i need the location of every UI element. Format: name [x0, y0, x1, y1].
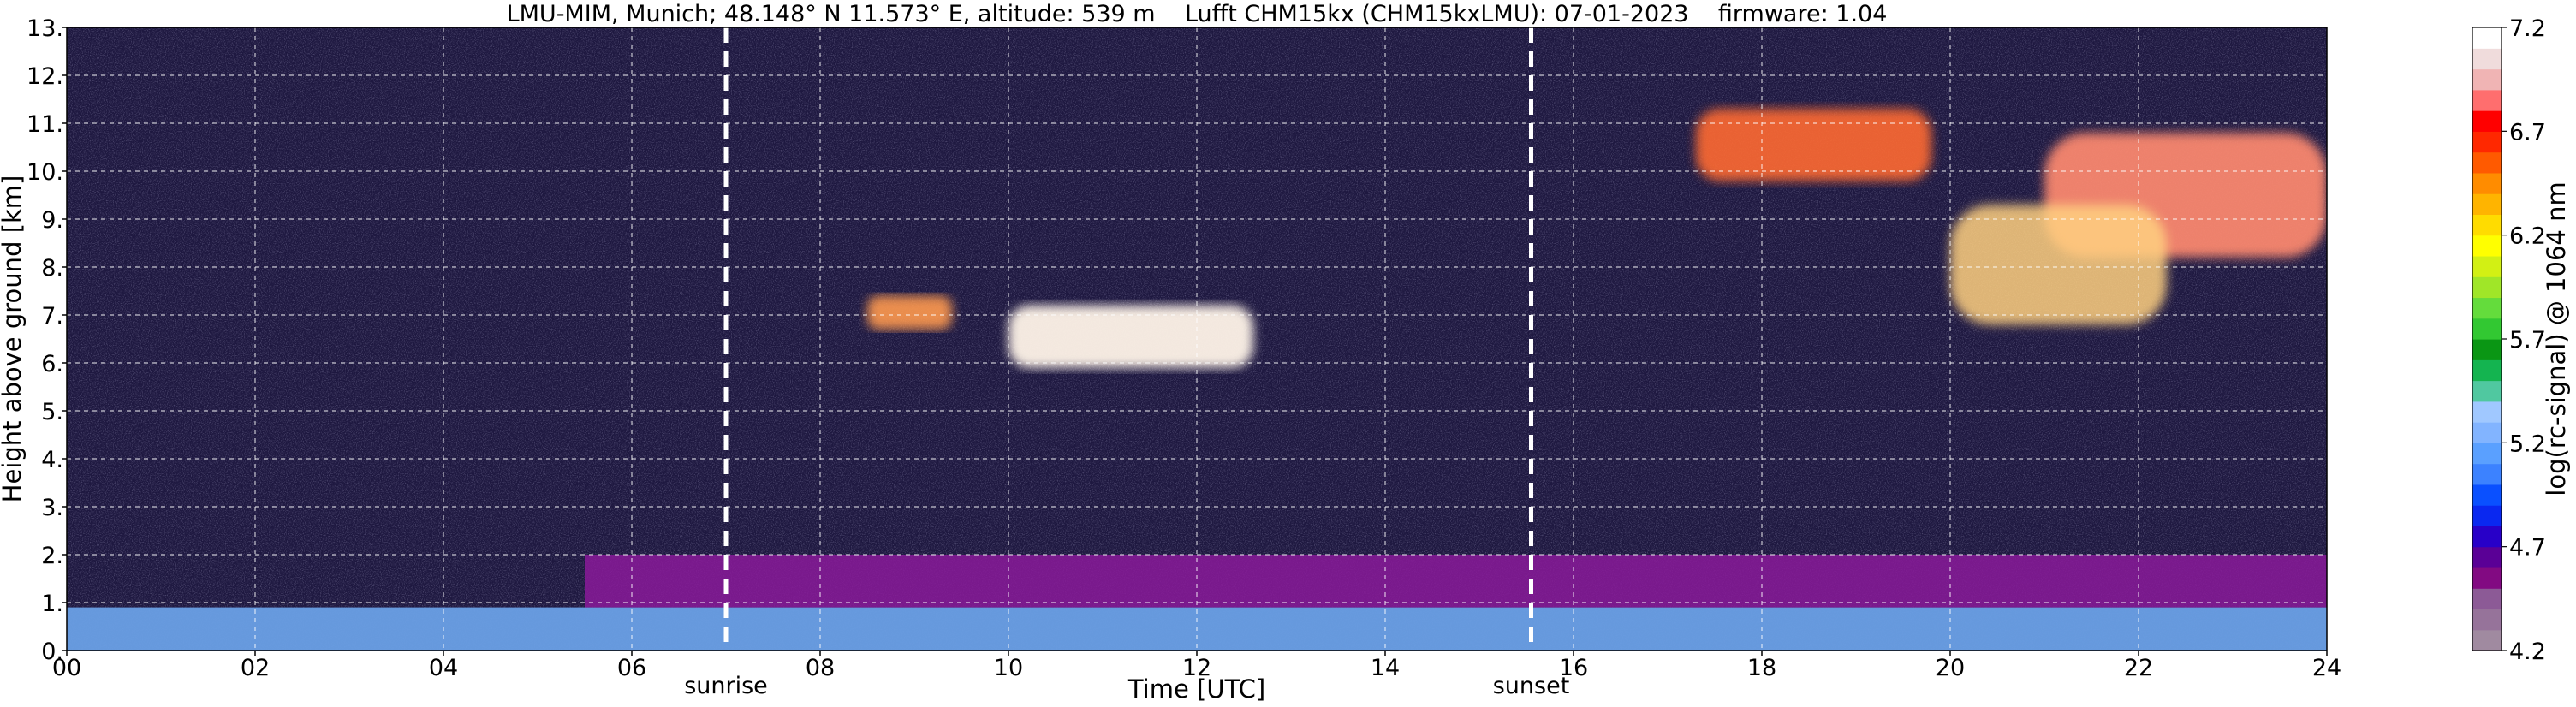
colorbar-tick-label: 4.7 [2509, 535, 2546, 561]
y-tick-label: 4. [41, 447, 63, 473]
x-tick-label: 06 [617, 655, 646, 681]
colorbar-segment [2472, 152, 2502, 174]
colorbar-segment [2472, 463, 2502, 485]
colorbar-tick-label: 5.2 [2509, 431, 2546, 457]
y-tick-label: 9. [41, 207, 63, 234]
x-tick-label: 18 [1747, 655, 1776, 681]
x-tick-label: 08 [806, 655, 835, 681]
colorbar-segment [2472, 609, 2502, 631]
y-tick-label: 1. [41, 591, 63, 617]
colorbar-segment [2472, 546, 2502, 568]
y-tick-label: 6. [41, 351, 63, 377]
signal-layer [585, 555, 2327, 608]
colorbar-segment [2472, 401, 2502, 423]
colorbar-segment [2472, 588, 2502, 610]
x-tick-label: 10 [994, 655, 1023, 681]
y-tick-label: 11. [27, 111, 63, 138]
y-tick-label: 0. [41, 639, 63, 665]
colorbar-segment [2472, 214, 2502, 236]
plot-area: sunrise sunset [66, 27, 2328, 699]
colorbar-tick-label: 4.2 [2509, 639, 2546, 665]
chart-title: LMU-MIM, Munich; 48.148° N 11.573° E, al… [507, 1, 1888, 27]
colorbar-segment [2472, 48, 2502, 70]
colorbar-segment [2472, 318, 2502, 340]
y-tick-label: 10. [27, 159, 63, 186]
colorbar-segment [2472, 526, 2502, 548]
colorbar-tick-label: 5.7 [2509, 327, 2546, 354]
y-tick-label: 12. [27, 63, 63, 90]
y-tick-label: 3. [41, 495, 63, 521]
y-tick-label: 7. [41, 303, 63, 330]
y-axis-label: Height above ground [km] [0, 175, 27, 503]
y-tick-label: 2. [41, 543, 63, 569]
x-tick-label: 02 [241, 655, 270, 681]
colorbar-segment [2472, 339, 2502, 360]
colorbar-segment [2472, 422, 2502, 443]
colorbar-segment [2472, 27, 2502, 49]
x-tick-label: 24 [2312, 655, 2341, 681]
y-tick-label: 5. [41, 399, 63, 425]
colorbar-segment [2472, 276, 2502, 299]
colorbar-segment [2472, 505, 2502, 526]
colorbar-tick-label: 6.7 [2509, 119, 2546, 146]
signal-layer [1950, 205, 2167, 325]
x-tick-label: 20 [1936, 655, 1965, 681]
ceilometer-chart: LMU-MIM, Munich; 48.148° N 11.573° E, al… [0, 1, 2571, 704]
colorbar-segment [2472, 359, 2502, 382]
y-axis-ticks: 0. 1. 2. 3. 4. 5. 6. 7. 8. 9. 10. 11. 12. 13. [27, 15, 67, 665]
colorbar-segment [2472, 567, 2502, 589]
colorbar-segment [2472, 193, 2502, 215]
colorbar-segment [2472, 235, 2502, 257]
colorbar-segment [2472, 110, 2502, 132]
colorbar-segment [2472, 629, 2502, 651]
colorbar-tick-label: 6.2 [2509, 223, 2546, 250]
sunrise-label: sunrise [684, 673, 768, 699]
colorbar-tick-label: 7.2 [2509, 15, 2546, 42]
x-tick-label: 16 [1559, 655, 1588, 681]
colorbar-segment [2472, 484, 2502, 506]
y-tick-label: 8. [41, 255, 63, 282]
colorbar-segment [2472, 172, 2502, 194]
x-tick-label: 22 [2124, 655, 2153, 681]
colorbar-segment [2472, 68, 2502, 91]
colorbar-segment [2472, 255, 2502, 277]
x-tick-label: 04 [429, 655, 458, 681]
signal-layer [867, 295, 952, 330]
colorbar-label: log(rc-signal) @ 1064 nm [2542, 181, 2571, 496]
x-tick-label: 14 [1371, 655, 1400, 681]
colorbar-segment [2472, 380, 2502, 402]
colorbar-segment [2472, 89, 2502, 111]
colorbar-segment [2472, 131, 2502, 153]
y-tick-label: 13. [27, 15, 63, 42]
colorbar-segment [2472, 443, 2502, 465]
colorbar-segment [2472, 297, 2502, 319]
x-axis-label: Time [UTC] [1127, 674, 1265, 704]
colorbar: 4.2 4.7 5.2 5.7 6.2 6.7 7.2 [2472, 15, 2546, 665]
signal-layer [1696, 109, 1931, 181]
